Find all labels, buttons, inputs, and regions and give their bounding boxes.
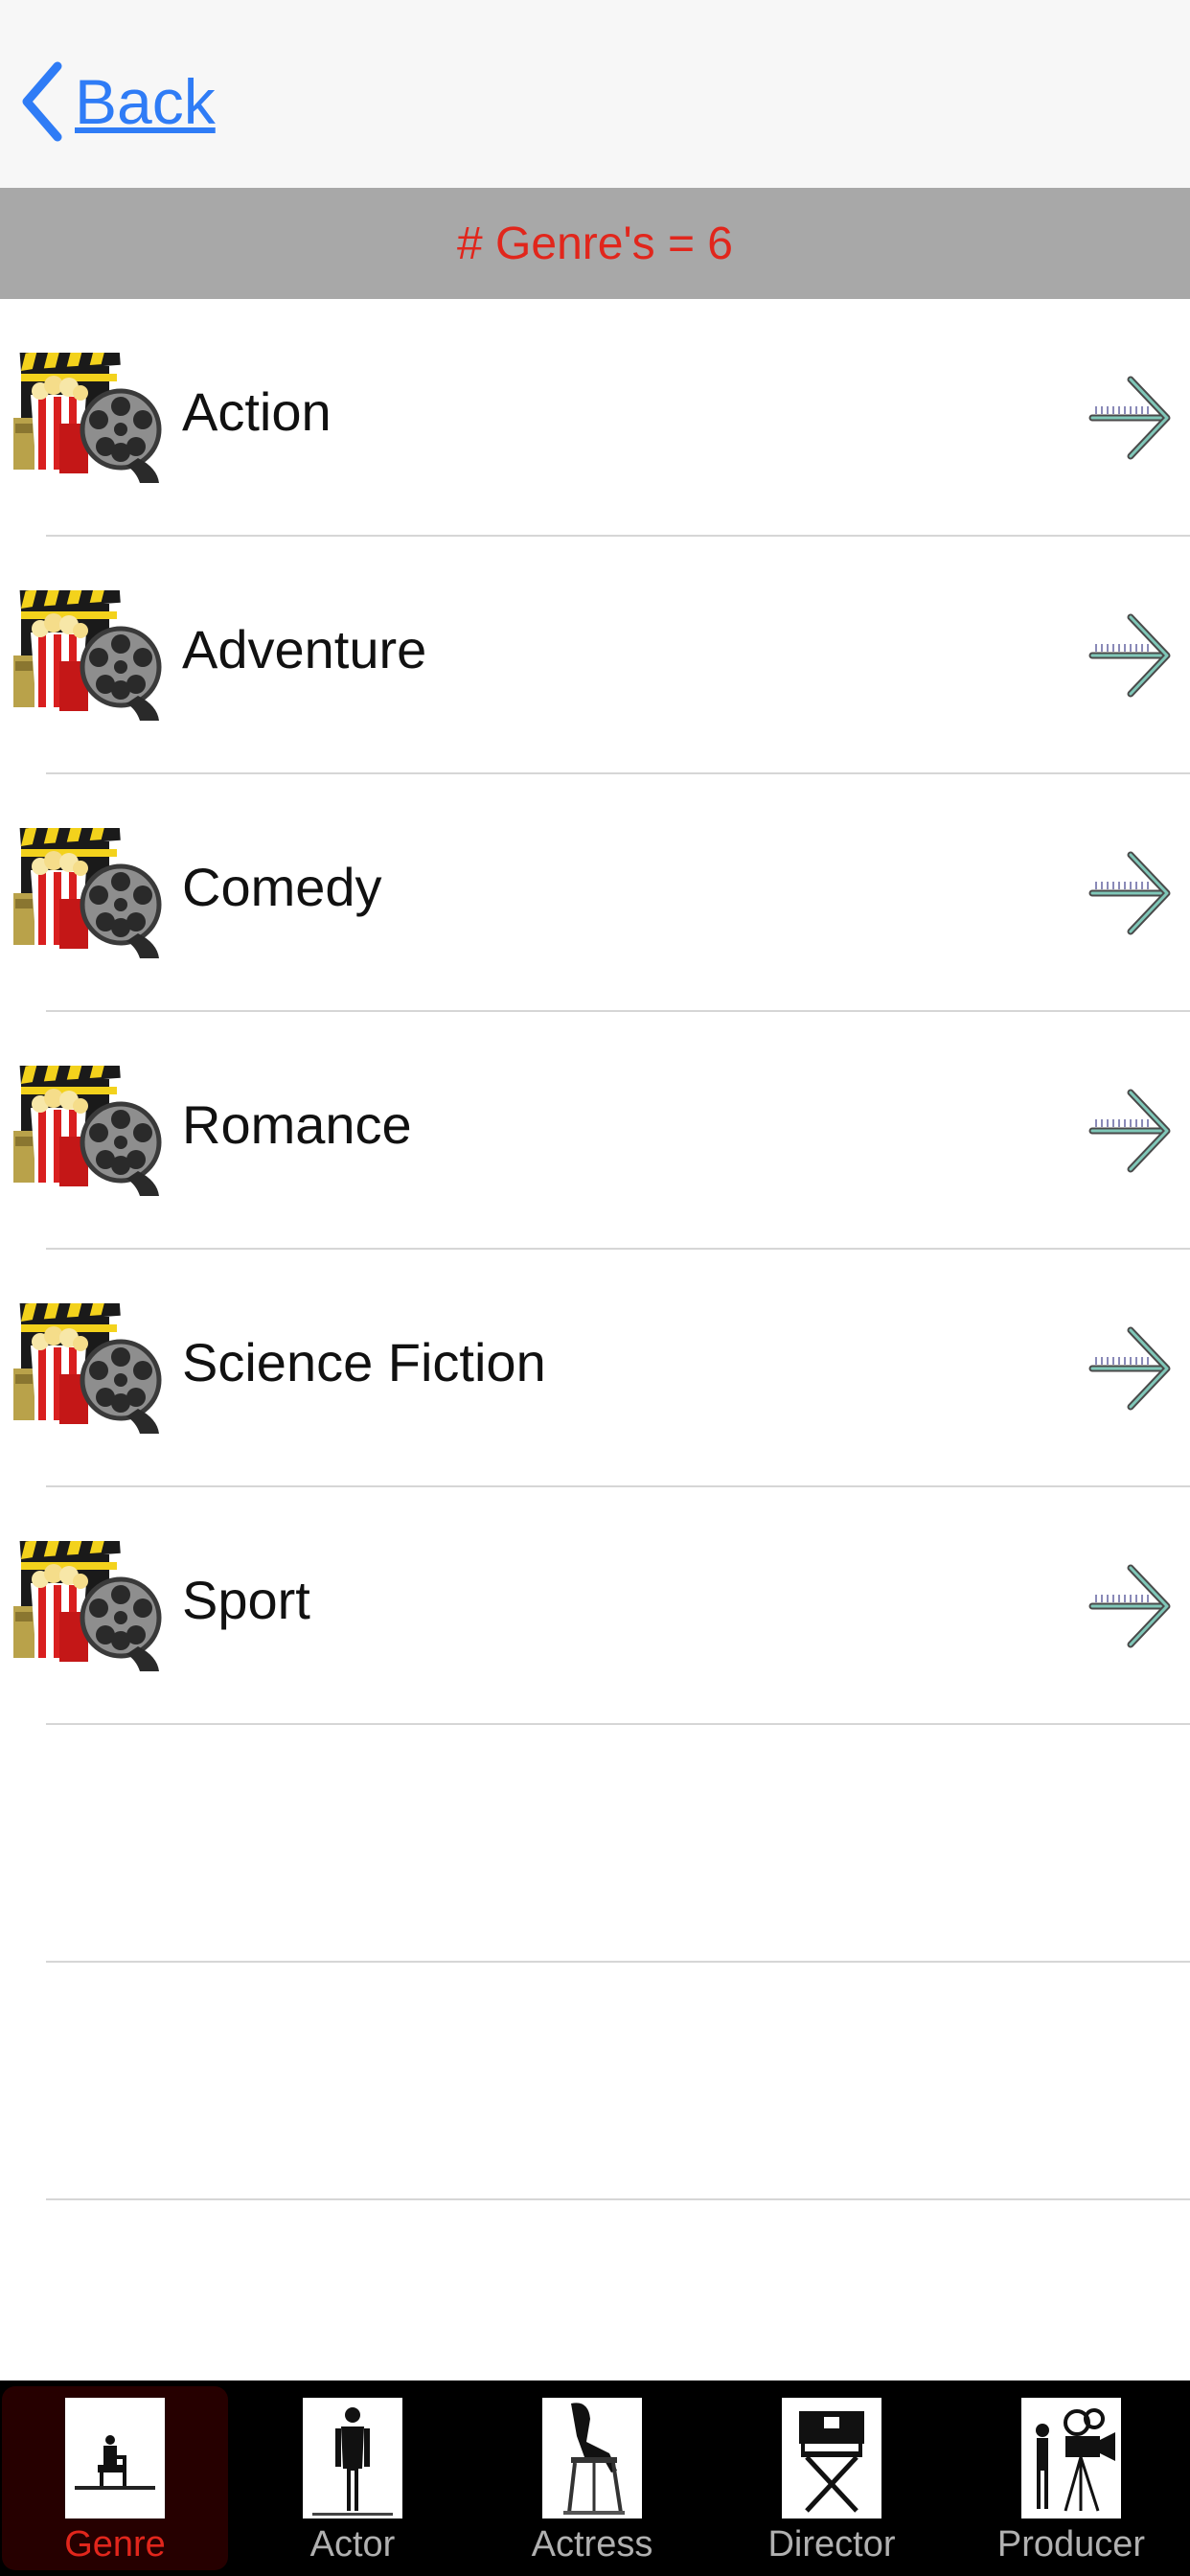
- navigation-bar: Back: [0, 0, 1190, 188]
- genre-label: Adventure: [182, 618, 427, 679]
- chevron-left-icon: [22, 61, 62, 142]
- genre-row-action[interactable]: Action: [0, 299, 1190, 537]
- movie-icon: [13, 1303, 169, 1434]
- back-button[interactable]: Back: [19, 56, 216, 148]
- arrow-right-icon: [1088, 610, 1171, 702]
- director-icon: [782, 2398, 881, 2518]
- genre-icon: [65, 2398, 165, 2518]
- movie-icon: [13, 590, 169, 721]
- tab-bar: Genre Actor Actress Director Producer: [0, 2380, 1190, 2576]
- genre-row-adventure[interactable]: Adventure: [0, 537, 1190, 774]
- empty-row: [0, 1725, 1190, 1963]
- tab-label: Actor: [309, 2524, 396, 2564]
- movie-icon: [13, 1541, 169, 1671]
- empty-row: [0, 1963, 1190, 2200]
- genre-count-header: # Genre's = 6: [0, 188, 1190, 299]
- producer-icon: [1021, 2398, 1121, 2518]
- genre-label: Science Fiction: [182, 1331, 546, 1392]
- tab-label: Producer: [996, 2524, 1146, 2564]
- movie-icon: [13, 353, 169, 483]
- arrow-right-icon: [1088, 1322, 1171, 1414]
- arrow-right-icon: [1088, 847, 1171, 939]
- arrow-right-icon: [1088, 372, 1171, 464]
- genre-row-comedy[interactable]: Comedy: [0, 774, 1190, 1012]
- tab-label: Genre: [64, 2524, 166, 2564]
- genre-list: Action Adventure Comedy Romance Science …: [0, 299, 1190, 2200]
- actress-icon: [542, 2398, 642, 2518]
- tab-director[interactable]: Director: [719, 2386, 945, 2570]
- arrow-right-icon: [1088, 1085, 1171, 1177]
- genre-label: Romance: [182, 1093, 412, 1155]
- arrow-right-icon: [1088, 1560, 1171, 1652]
- genre-count-text: # Genre's = 6: [457, 218, 733, 269]
- tab-label: Actress: [531, 2524, 653, 2564]
- genre-label: Comedy: [182, 856, 382, 917]
- movie-icon: [13, 828, 169, 958]
- tab-genre[interactable]: Genre: [2, 2386, 228, 2570]
- genre-row-science-fiction[interactable]: Science Fiction: [0, 1250, 1190, 1487]
- genre-row-sport[interactable]: Sport: [0, 1487, 1190, 1725]
- genre-label: Action: [182, 380, 332, 442]
- tab-producer[interactable]: Producer: [958, 2386, 1184, 2570]
- tab-label: Director: [767, 2524, 896, 2564]
- tab-actor[interactable]: Actor: [240, 2386, 466, 2570]
- back-label: Back: [75, 66, 216, 137]
- actor-icon: [303, 2398, 402, 2518]
- genre-label: Sport: [182, 1569, 310, 1630]
- row-divider: [46, 2198, 1190, 2200]
- tab-actress[interactable]: Actress: [479, 2386, 705, 2570]
- genre-row-romance[interactable]: Romance: [0, 1012, 1190, 1250]
- movie-icon: [13, 1066, 169, 1196]
